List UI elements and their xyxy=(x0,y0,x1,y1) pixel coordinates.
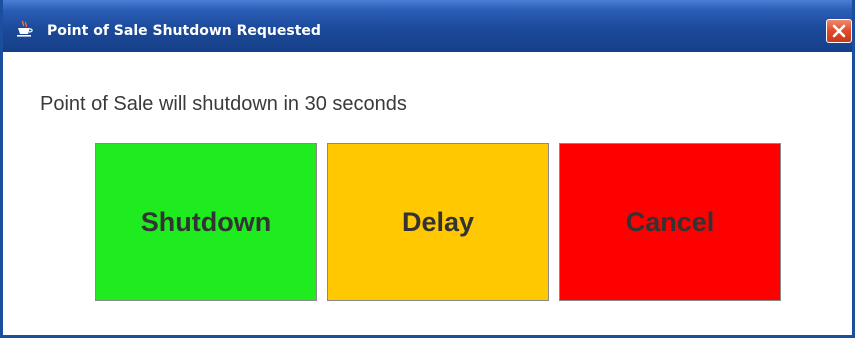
dialog-content: Point of Sale will shutdown in 30 second… xyxy=(3,52,852,335)
cancel-button[interactable]: Cancel xyxy=(559,143,781,301)
shutdown-message: Point of Sale will shutdown in 30 second… xyxy=(40,93,407,115)
delay-button-label: Delay xyxy=(401,206,475,237)
close-button[interactable] xyxy=(826,19,852,43)
shutdown-dialog-window: Point of Sale Shutdown Requested Point o… xyxy=(0,0,855,338)
cancel-button-label: Cancel xyxy=(625,206,715,237)
java-coffee-cup-icon xyxy=(15,20,33,38)
shutdown-button-label: Shutdown xyxy=(140,206,272,237)
title-bar[interactable]: Point of Sale Shutdown Requested xyxy=(3,0,852,52)
delay-button[interactable]: Delay xyxy=(327,143,549,301)
shutdown-button[interactable]: Shutdown xyxy=(95,143,317,301)
window-title: Point of Sale Shutdown Requested xyxy=(47,23,321,39)
close-icon xyxy=(832,24,846,38)
